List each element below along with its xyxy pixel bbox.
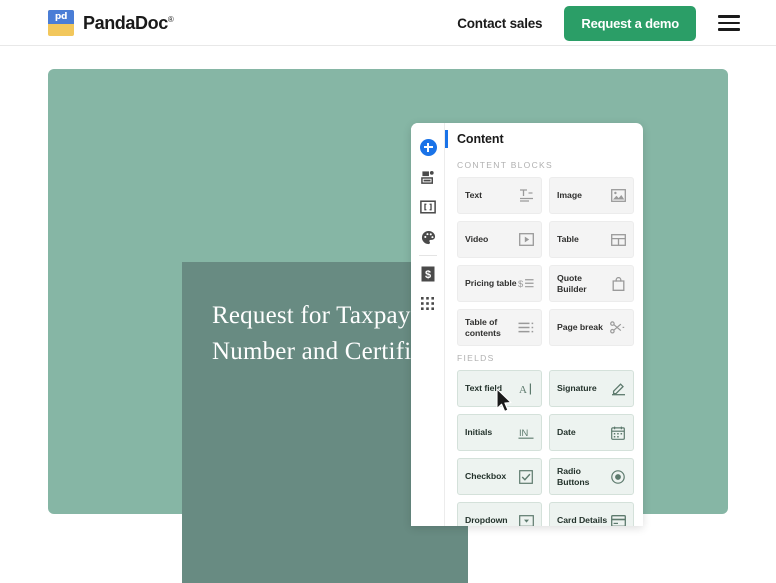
brand-logo[interactable]: pd PandaDoc®	[48, 10, 174, 36]
sidebar-item-variables[interactable]	[411, 192, 445, 222]
contact-sales-link[interactable]: Contact sales	[457, 16, 542, 31]
field-label: Signature	[557, 383, 597, 394]
svg-text:IN: IN	[519, 426, 529, 437]
svg-text:$: $	[425, 269, 431, 281]
pricing-icon: $	[421, 266, 435, 282]
block-label: Table of contents	[465, 316, 501, 338]
credit-card-icon	[610, 513, 626, 526]
variables-icon	[420, 200, 436, 214]
section-label-content-blocks: CONTENT BLOCKS	[457, 160, 553, 170]
site-header: pd PandaDoc® Contact sales Request a dem…	[0, 0, 776, 46]
field-label: Initials	[465, 427, 493, 438]
block-card-page-break[interactable]: Page break	[549, 309, 634, 346]
apps-grid-icon	[421, 297, 434, 310]
block-card-image[interactable]: Image	[549, 177, 634, 214]
block-label: Quote Builder	[557, 272, 587, 294]
pricing-table-icon: $	[518, 276, 534, 292]
field-card-signature[interactable]: Signature	[549, 370, 634, 407]
field-card-radio-buttons[interactable]: Radio Buttons	[549, 458, 634, 495]
text-field-icon: A	[518, 381, 534, 397]
field-label: Card Details	[557, 515, 608, 526]
block-card-pricing-table[interactable]: Pricing table $	[457, 265, 542, 302]
logo-monogram: pd	[54, 12, 68, 22]
sidebar-item-pricing[interactable]: $	[411, 259, 445, 289]
theme-palette-icon	[421, 230, 435, 244]
checkbox-icon	[518, 469, 534, 485]
image-block-icon	[610, 188, 626, 204]
sidebar-item-add[interactable]	[411, 132, 445, 162]
field-card-card-details[interactable]: Card Details	[549, 502, 634, 526]
block-card-table[interactable]: Table	[549, 221, 634, 258]
block-card-video[interactable]: Video	[457, 221, 542, 258]
field-card-initials[interactable]: Initials IN	[457, 414, 542, 451]
field-card-date[interactable]: Date	[549, 414, 634, 451]
rail-divider	[418, 255, 437, 256]
field-card-text-field[interactable]: Text field A	[457, 370, 542, 407]
signature-pen-icon	[610, 381, 626, 397]
dropdown-caret-icon	[518, 513, 534, 526]
header-nav: Contact sales Request a demo	[457, 0, 740, 46]
pandadoc-logo-icon: pd	[48, 10, 74, 36]
sidebar-item-content-library[interactable]	[411, 162, 445, 192]
burger-line-2	[718, 21, 740, 25]
block-card-text[interactable]: Text	[457, 177, 542, 214]
quote-builder-icon	[610, 276, 626, 292]
add-block-icon	[419, 138, 437, 156]
burger-line-1	[718, 15, 740, 18]
editor-sidebar-rail: $	[411, 123, 445, 526]
field-card-dropdown[interactable]: Dropdown	[457, 502, 542, 526]
table-of-contents-icon	[518, 320, 534, 336]
field-label: Dropdown	[465, 515, 508, 526]
field-label: Checkbox	[465, 471, 507, 482]
content-blocks-grid: Text Image Video Table Pricing table $ Q…	[457, 177, 643, 346]
video-block-icon	[518, 232, 534, 248]
field-card-checkbox[interactable]: Checkbox	[457, 458, 542, 495]
burger-line-3	[718, 28, 740, 31]
field-label: Text field	[465, 383, 502, 394]
initials-icon: IN	[518, 425, 534, 441]
table-block-icon	[610, 232, 626, 248]
content-editor-panel: $ Content CONTENT BLOCKS Text Image Vide…	[411, 123, 643, 526]
trademark-symbol: ®	[167, 14, 174, 24]
calendar-icon	[610, 425, 626, 441]
brand-name: PandaDoc®	[83, 12, 174, 34]
hamburger-menu-icon[interactable]	[718, 15, 740, 31]
page-break-scissors-icon	[610, 320, 626, 336]
field-label: Radio Buttons	[557, 465, 590, 487]
sidebar-item-apps[interactable]	[411, 289, 445, 319]
panel-title-accent-bar	[445, 130, 448, 148]
section-label-fields: FIELDS	[457, 353, 495, 363]
block-label: Video	[465, 234, 489, 245]
content-library-icon	[420, 170, 434, 184]
block-label: Page break	[557, 322, 603, 333]
block-card-quote-builder[interactable]: Quote Builder	[549, 265, 634, 302]
block-label: Pricing table	[465, 278, 517, 289]
svg-text:A: A	[519, 384, 527, 396]
svg-text:$: $	[518, 278, 524, 289]
block-label: Text	[465, 190, 483, 201]
radio-button-icon	[610, 469, 626, 485]
panel-title: Content	[457, 132, 504, 146]
request-demo-button[interactable]: Request a demo	[564, 5, 696, 41]
field-label: Date	[557, 427, 576, 438]
block-label: Table	[557, 234, 579, 245]
sidebar-item-theme[interactable]	[411, 222, 445, 252]
brand-name-text: PandaDoc	[83, 12, 168, 33]
editor-panel-body: Content CONTENT BLOCKS Text Image Video …	[445, 123, 643, 526]
fields-grid: Text field A Signature Initials IN Date …	[457, 370, 643, 526]
text-block-icon	[518, 188, 534, 204]
block-card-table-of-contents[interactable]: Table of contents	[457, 309, 542, 346]
block-label: Image	[557, 190, 582, 201]
panel-scroll-area[interactable]: CONTENT BLOCKS Text Image Video Table Pr…	[445, 153, 643, 526]
